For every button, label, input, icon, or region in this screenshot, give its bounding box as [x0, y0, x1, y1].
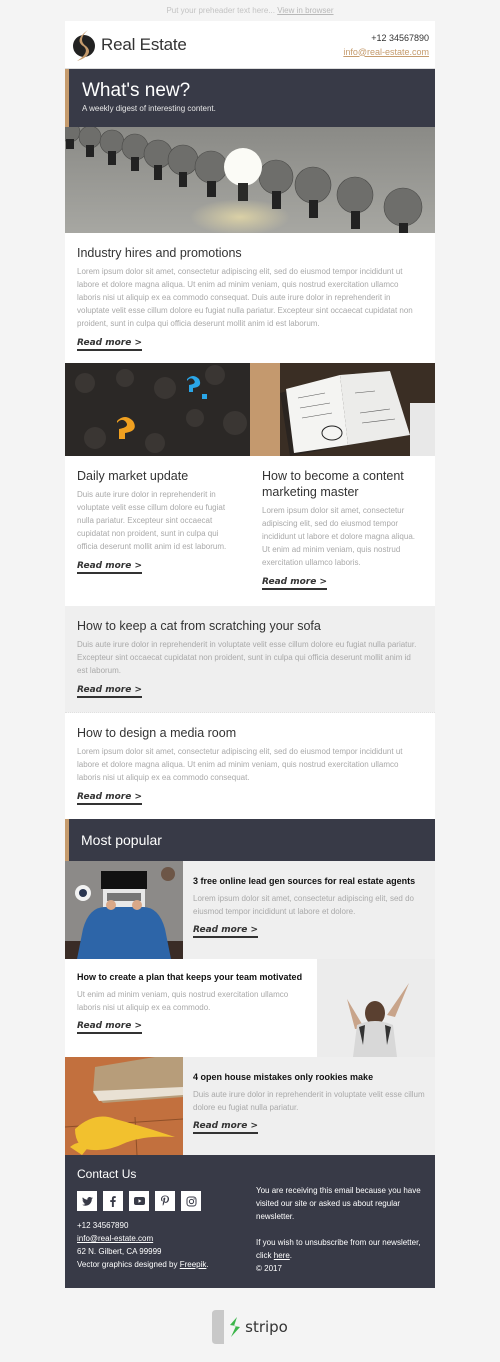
popular-body: Duis aute irure dolor in reprehenderit i… [193, 1090, 425, 1112]
freepik-link[interactable]: Freepik [180, 1260, 207, 1269]
popular-title: 4 open house mistakes only rookies make [193, 1072, 374, 1082]
article-body: Duis aute irure dolor in reprehenderit i… [77, 640, 417, 675]
article-body: Duis aute irure dolor in reprehenderit i… [77, 490, 227, 551]
view-in-browser-link[interactable]: View in browser [277, 6, 333, 15]
footer-credit: Vector graphics designed by Freepik. [77, 1258, 255, 1271]
brand-name: Real Estate [101, 34, 187, 54]
footer-notice-text: You are receiving this email because you… [256, 1186, 421, 1221]
hero-subtitle: A weekly digest of interesting content. [82, 104, 216, 113]
stripo-brand: stripo [245, 1318, 288, 1336]
email-container: Real Estate +12 34567890 info@real-estat… [65, 21, 435, 1344]
stripo-badge[interactable]: stripo [65, 1310, 435, 1344]
most-popular-header: Most popular [65, 819, 435, 861]
read-more-link[interactable]: Read more > [193, 925, 259, 938]
stripo-logo-icon [230, 1317, 241, 1337]
unsubscribe-link[interactable]: here [274, 1251, 290, 1260]
popular-title: How to create a plan that keeps your tea… [77, 972, 303, 982]
pinterest-icon[interactable] [155, 1191, 175, 1211]
logo[interactable]: Real Estate [71, 28, 187, 62]
read-more-link[interactable]: Read more > [77, 1021, 143, 1034]
article-daily-market: Daily market update Duis aute irure dolo… [65, 363, 250, 606]
unsubscribe-suffix: . [289, 1251, 293, 1260]
popular-item: 4 open house mistakes only rookies make … [65, 1057, 435, 1155]
notebook-image[interactable] [250, 363, 435, 456]
footer-info: +12 34567890 info@real-estate.com 62 N. … [77, 1219, 255, 1271]
read-more-link[interactable]: Read more > [262, 577, 328, 590]
question-marks-image[interactable] [65, 363, 250, 456]
logo-icon [73, 29, 95, 61]
preheader-text: Put your preheader text here... [166, 6, 275, 15]
article-title: Industry hires and promotions [77, 246, 242, 260]
twitter-icon[interactable] [77, 1191, 97, 1211]
most-popular-title: Most popular [81, 832, 162, 848]
read-more-link[interactable]: Read more > [77, 561, 143, 574]
header-phone: +12 34567890 [371, 32, 429, 43]
copyright: © 2017 [256, 1264, 282, 1273]
celebrating-woman-image[interactable] [317, 959, 435, 1057]
read-more-link[interactable]: Read more > [193, 1121, 259, 1134]
footer-contact: Contact Us +12 34567890 info@real-estate… [77, 1167, 255, 1276]
header-email-link[interactable]: info@real-estate.com [343, 47, 429, 57]
article-cat-sofa: How to keep a cat from scratching your s… [65, 606, 435, 712]
html-template-tag-icon [212, 1310, 225, 1344]
popular-body: Ut enim ad minim veniam, quis nostrud ex… [77, 990, 289, 1012]
popular-title: 3 free online lead gen sources for real … [193, 876, 416, 886]
read-more-link[interactable]: Read more > [77, 685, 143, 698]
article-content-marketing: How to become a content marketing master… [250, 363, 435, 606]
banana-peel-image[interactable] [65, 1057, 183, 1155]
read-more-link[interactable]: Read more > [77, 338, 143, 351]
article-title: Daily market update [77, 469, 189, 483]
facebook-icon[interactable] [103, 1191, 123, 1211]
footer-notice: You are receiving this email because you… [255, 1167, 423, 1276]
popular-item: How to create a plan that keeps your tea… [65, 959, 435, 1057]
article-body: Lorem ipsum dolor sit amet, consectetur … [262, 506, 415, 567]
two-column-articles: Daily market update Duis aute irure dolo… [65, 363, 435, 606]
article-title: How to design a media room [77, 726, 237, 740]
email-header: Real Estate +12 34567890 info@real-estat… [65, 21, 435, 69]
instagram-icon[interactable] [181, 1191, 201, 1211]
footer-phone: +12 34567890 [77, 1221, 129, 1230]
read-more-link[interactable]: Read more > [77, 792, 143, 805]
footer-address: 62 N. Gilbert, CA 99999 [77, 1247, 162, 1256]
hero-title: What's new? [82, 80, 191, 101]
footer-heading: Contact Us [77, 1167, 137, 1181]
popular-item: 3 free online lead gen sources for real … [65, 861, 435, 959]
credit-suffix: . [206, 1260, 209, 1269]
header-contact: +12 34567890 info@real-estate.com [343, 31, 429, 59]
youtube-icon[interactable] [129, 1191, 149, 1211]
article-body: Lorem ipsum dolor sit amet, consectetur … [77, 747, 403, 782]
article-industry-hires: Industry hires and promotions Lorem ipsu… [65, 233, 435, 363]
footer: Contact Us +12 34567890 info@real-estate… [65, 1155, 435, 1288]
article-title: How to become a content marketing master [262, 469, 404, 499]
social-links [77, 1191, 255, 1211]
popular-body: Lorem ipsum dolor sit amet, consectetur … [193, 894, 414, 916]
article-media-room: How to design a media room Lorem ipsum d… [65, 713, 435, 819]
hero-banner: What's new? A weekly digest of interesti… [65, 69, 435, 127]
unsubscribe-text: If you wish to unsubscribe from our news… [256, 1236, 423, 1262]
credit-text: Vector graphics designed by [77, 1260, 180, 1269]
article-title: How to keep a cat from scratching your s… [77, 619, 321, 633]
laptop-image[interactable] [65, 861, 183, 959]
light-bulbs-image[interactable] [65, 127, 435, 233]
preheader: Put your preheader text here... View in … [0, 0, 500, 21]
footer-email-link[interactable]: info@real-estate.com [77, 1234, 153, 1243]
article-body: Lorem ipsum dolor sit amet, consectetur … [77, 267, 413, 328]
